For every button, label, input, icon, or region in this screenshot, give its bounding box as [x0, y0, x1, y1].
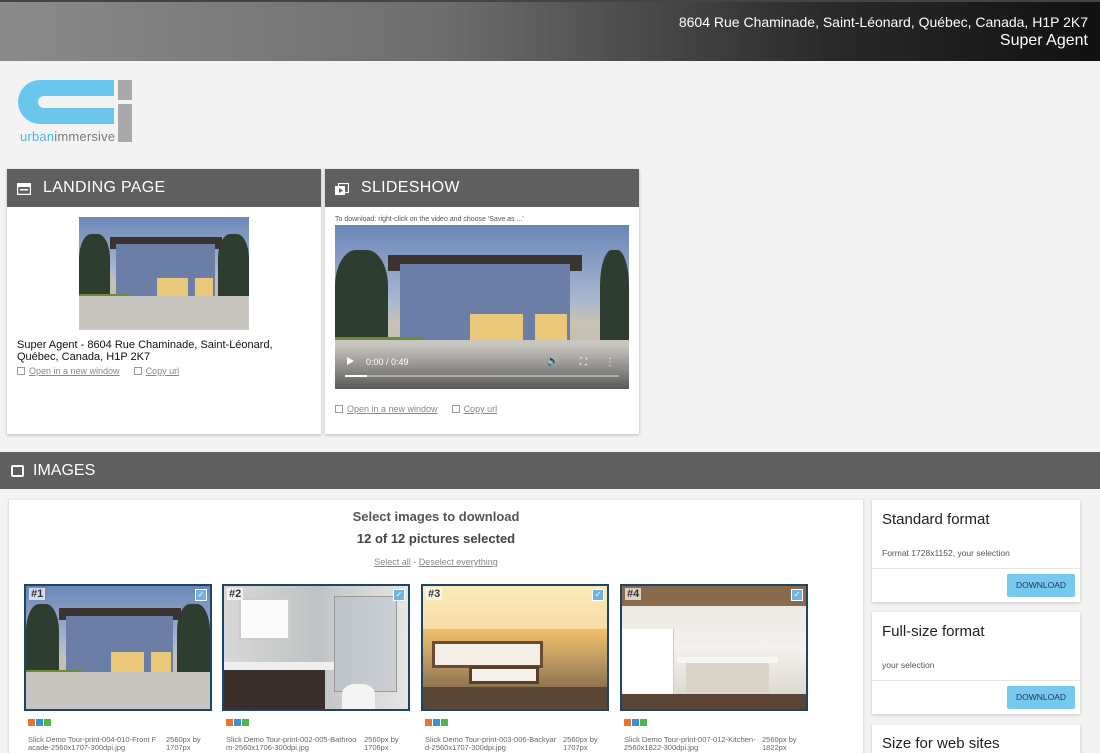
color-tags[interactable]: [425, 719, 448, 726]
image-checkbox[interactable]: ✓: [791, 589, 803, 601]
format-description: your selection: [882, 660, 935, 670]
copy-icon: [451, 405, 460, 413]
full-size-format-card: Full-size format your selection DOWNLOAD: [872, 612, 1080, 714]
image-thumbnail[interactable]: #3 ✓: [421, 584, 609, 711]
volume-icon[interactable]: 🔊: [547, 356, 559, 367]
play-button[interactable]: [347, 357, 354, 365]
landing-page-header: LANDING PAGE: [7, 169, 321, 207]
image-number: #2: [227, 588, 244, 600]
image-number: #4: [625, 588, 642, 600]
image-filename: Slick Demo Tour-print-007-012-Kitchen-25…: [624, 735, 756, 752]
image-checkbox[interactable]: ✓: [195, 589, 207, 601]
image-size: 2560px by 1706px: [364, 735, 399, 752]
download-full-size-button[interactable]: DOWNLOAD: [1007, 686, 1075, 709]
external-link-icon: [335, 405, 343, 413]
image-number: #1: [29, 588, 46, 600]
image-thumbnail[interactable]: #1 ✓: [24, 584, 212, 711]
image-thumbnail[interactable]: #2 ✓: [222, 584, 410, 711]
header-agent-name: Super Agent: [999, 32, 1088, 49]
web-size-format-card: Size for web sites: [872, 725, 1080, 753]
image-filename: Slick Demo Tour-print-003-006-Backyard-2…: [425, 735, 557, 752]
format-title: Standard format: [882, 511, 990, 528]
copy-url-link[interactable]: Copy url: [451, 404, 497, 414]
landing-page-title: LANDING PAGE: [43, 179, 166, 196]
image-size: 2560px by 1707px: [563, 735, 598, 752]
image-number: #3: [426, 588, 443, 600]
download-note: To download: right-click on the video an…: [335, 216, 524, 223]
image-icon: [11, 464, 24, 477]
slideshow-header: SLIDESHOW: [325, 169, 639, 207]
external-link-icon: [17, 367, 25, 375]
video-time: 0:00 / 0:49: [366, 357, 409, 367]
top-bar: 8604 Rue Chaminade, Saint-Léonard, Québe…: [0, 0, 1100, 61]
landing-page-card: LANDING PAGE Super Agent - 8604 Rue Cham…: [7, 169, 321, 434]
slideshow-title: SLIDESHOW: [361, 179, 460, 196]
more-options-icon[interactable]: ⋮: [605, 357, 615, 368]
color-tags[interactable]: [624, 719, 647, 726]
image-size: 2560px by 1822px: [762, 735, 797, 752]
format-description: Format 1728x1152, your selection: [882, 548, 1010, 558]
slideshow-icon: [335, 182, 350, 195]
color-tags[interactable]: [28, 719, 51, 726]
image-filename: Slick Demo Tour-print-002-005-Bathroom-2…: [226, 735, 357, 752]
select-all-link[interactable]: Select all: [374, 557, 411, 567]
video-progress-bar[interactable]: [345, 375, 619, 377]
images-section-header: IMAGES: [0, 452, 1100, 489]
web-page-icon: [16, 182, 32, 196]
image-checkbox[interactable]: ✓: [393, 589, 405, 601]
landing-page-caption: Super Agent - 8604 Rue Chaminade, Saint-…: [17, 339, 273, 363]
format-title: Full-size format: [882, 623, 985, 640]
standard-format-card: Standard format Format 1728x1152, your s…: [872, 500, 1080, 602]
slideshow-card: SLIDESHOW To download: right-click on th…: [325, 169, 639, 434]
images-section-title: IMAGES: [33, 461, 96, 479]
color-tags[interactable]: [226, 719, 249, 726]
format-title: Size for web sites: [882, 735, 1000, 752]
image-meta: Slick Demo Tour-print-007-012-Kitchen-25…: [620, 719, 808, 753]
fullscreen-icon[interactable]: ⛶: [580, 357, 587, 368]
slideshow-video-player[interactable]: 0:00 / 0:49 🔊 ⛶ ⋮: [335, 225, 629, 389]
image-size: 2560px by 1707px: [166, 735, 201, 752]
image-meta: Slick Demo Tour-print-003-006-Backyard-2…: [421, 719, 609, 753]
download-standard-button[interactable]: DOWNLOAD: [1007, 574, 1075, 597]
open-in-new-window-link[interactable]: Open in a new window: [335, 404, 438, 414]
landing-page-thumbnail[interactable]: [79, 217, 249, 330]
select-images-title: Select images to download: [352, 509, 520, 524]
image-checkbox[interactable]: ✓: [592, 589, 604, 601]
image-meta: Slick Demo Tour-print-002-005-Bathroom-2…: [222, 719, 410, 753]
image-meta: Slick Demo Tour-print-004-010-Front Faca…: [24, 719, 212, 753]
header-address: 8604 Rue Chaminade, Saint-Léonard, Québe…: [678, 14, 1088, 30]
image-filename: Slick Demo Tour-print-004-010-Front Faca…: [28, 735, 157, 752]
deselect-everything-link[interactable]: Deselect everything: [419, 557, 498, 567]
selected-count: 12 of 12 pictures selected: [356, 531, 516, 546]
image-thumbnail[interactable]: #4 ✓: [620, 584, 808, 711]
copy-url-link[interactable]: Copy url: [133, 366, 179, 376]
copy-icon: [133, 367, 142, 375]
urbanimmersive-logo: urbanimmersive: [18, 80, 138, 146]
open-in-new-window-link[interactable]: Open in a new window: [17, 366, 120, 376]
link-separator: -: [413, 557, 417, 567]
